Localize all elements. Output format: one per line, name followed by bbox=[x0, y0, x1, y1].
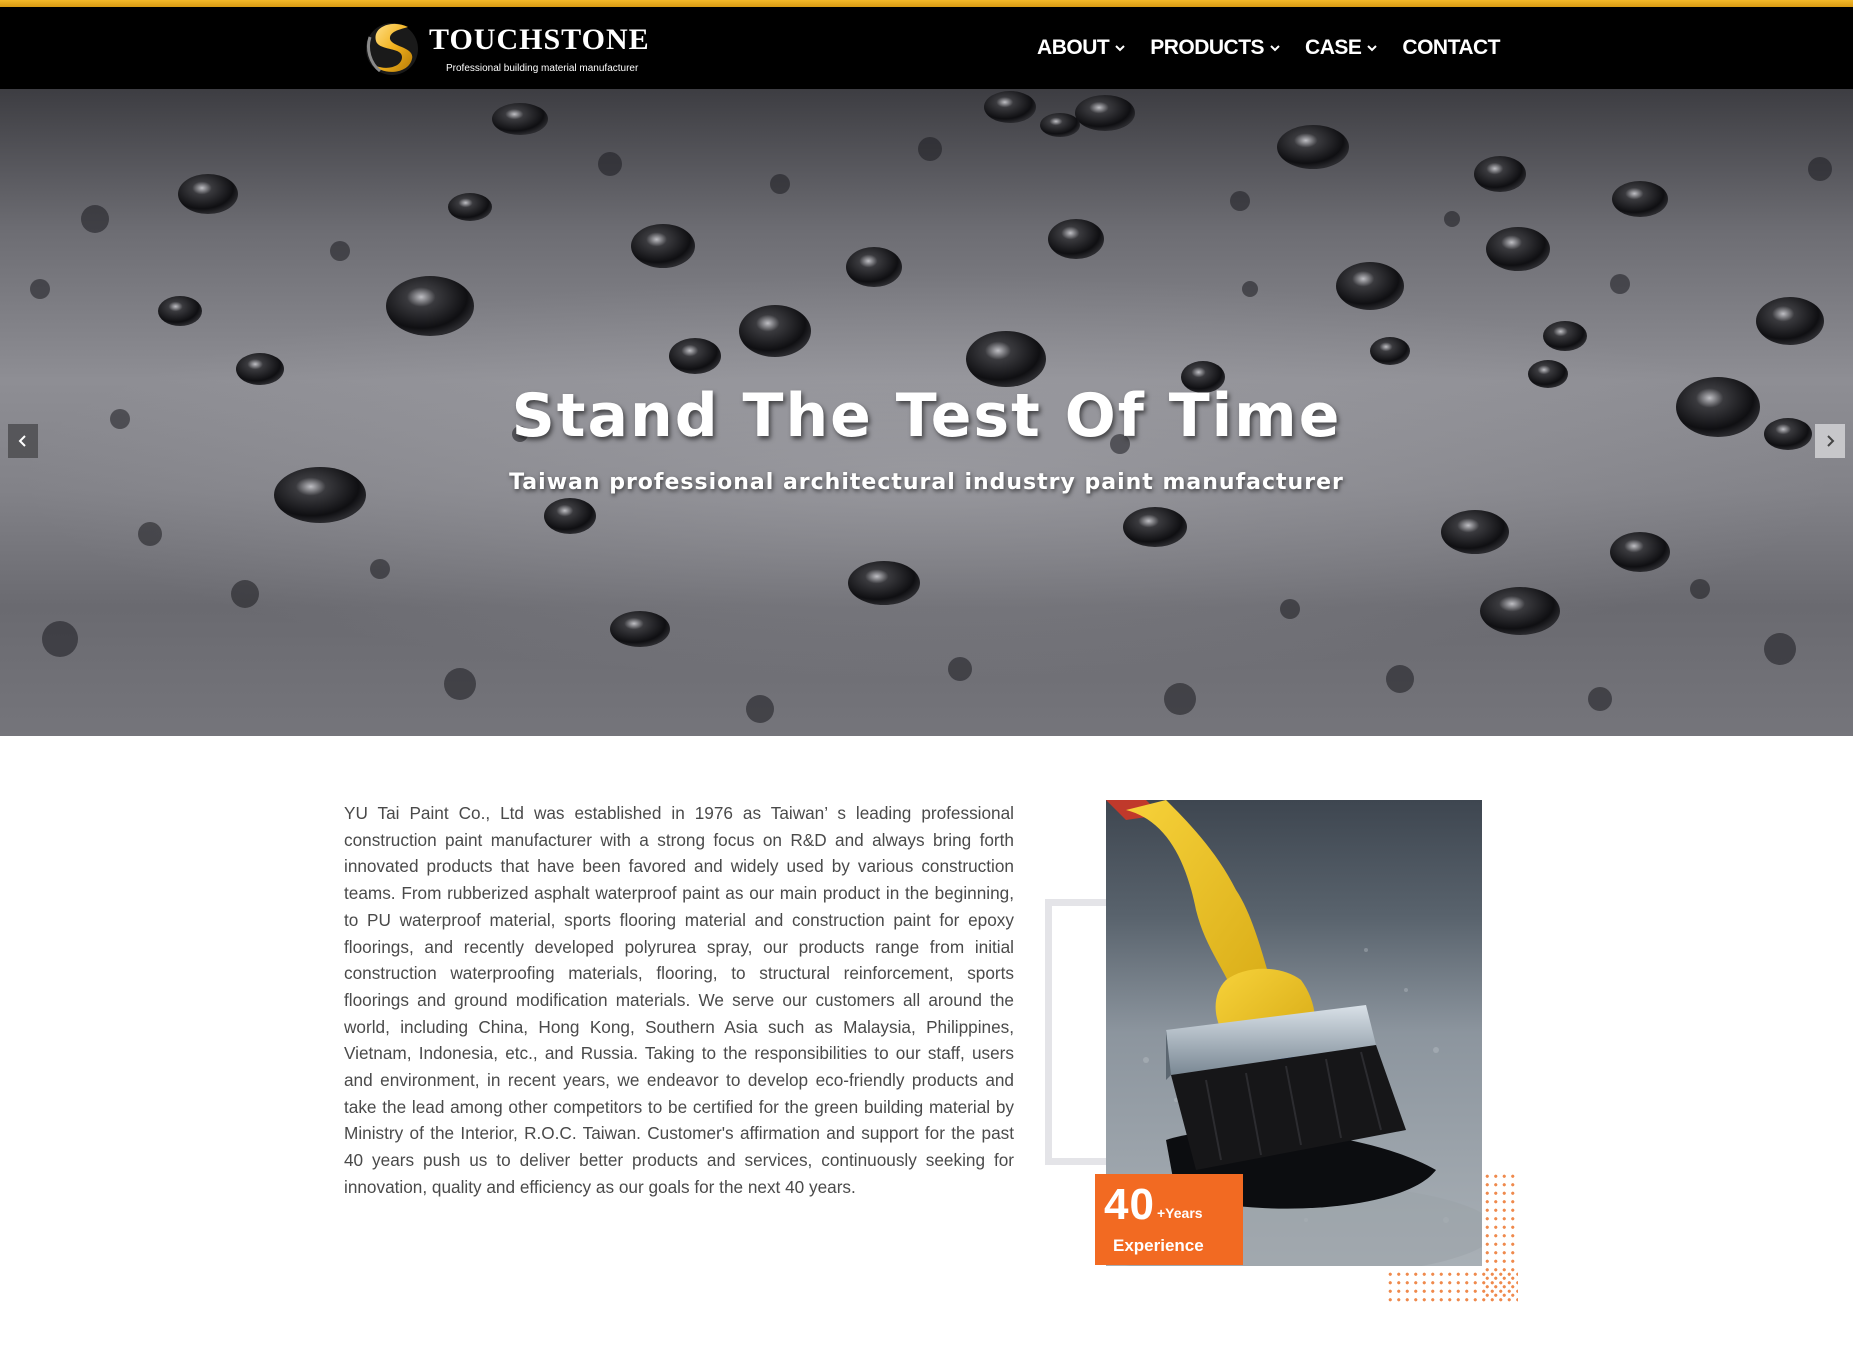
nav-item-case[interactable]: CASE bbox=[1305, 36, 1378, 60]
hero-subtitle: Taiwan professional architectural indust… bbox=[509, 470, 1344, 495]
brand-logo[interactable]: TOUCHSTONE Professional building materia… bbox=[362, 17, 662, 79]
nav-item-products[interactable]: PRODUCTS bbox=[1150, 36, 1281, 60]
nav-item-label: CONTACT bbox=[1402, 36, 1500, 59]
experience-years-number: 40 bbox=[1104, 1180, 1155, 1229]
main-nav: ABOUT PRODUCTS CASE CONTACT bbox=[1037, 7, 1500, 89]
chevron-left-icon bbox=[18, 435, 26, 447]
experience-badge: 40 +Years Experience bbox=[1095, 1174, 1243, 1265]
chevron-down-icon bbox=[1270, 45, 1280, 52]
chevron-down-icon bbox=[1115, 45, 1125, 52]
brand-tagline: Professional building material manufactu… bbox=[446, 63, 639, 74]
experience-label: Experience bbox=[1113, 1236, 1204, 1255]
hero-title: Stand The Test Of Time bbox=[511, 381, 1342, 451]
slider-next-button[interactable] bbox=[1815, 424, 1845, 458]
header-accent-line bbox=[0, 0, 1853, 7]
nav-item-contact[interactable]: CONTACT bbox=[1402, 36, 1500, 60]
chevron-right-icon bbox=[1827, 435, 1835, 447]
nav-item-label: ABOUT bbox=[1037, 36, 1110, 59]
decorative-dots bbox=[1386, 1270, 1518, 1302]
slider-prev-button[interactable] bbox=[8, 424, 38, 458]
chevron-down-icon bbox=[1367, 45, 1378, 52]
experience-years-unit: +Years bbox=[1157, 1205, 1203, 1221]
brand-name: TOUCHSTONE bbox=[429, 23, 650, 56]
nav-item-label: PRODUCTS bbox=[1150, 36, 1265, 59]
site-header: TOUCHSTONE Professional building materia… bbox=[0, 7, 1853, 89]
about-paragraph: YU Tai Paint Co., Ltd was established in… bbox=[344, 803, 1014, 1197]
hero-slider: Stand The Test Of Time Taiwan profession… bbox=[0, 89, 1853, 736]
nav-item-about[interactable]: ABOUT bbox=[1037, 36, 1126, 60]
nav-item-label: CASE bbox=[1305, 36, 1362, 59]
logo-icon bbox=[366, 23, 418, 75]
